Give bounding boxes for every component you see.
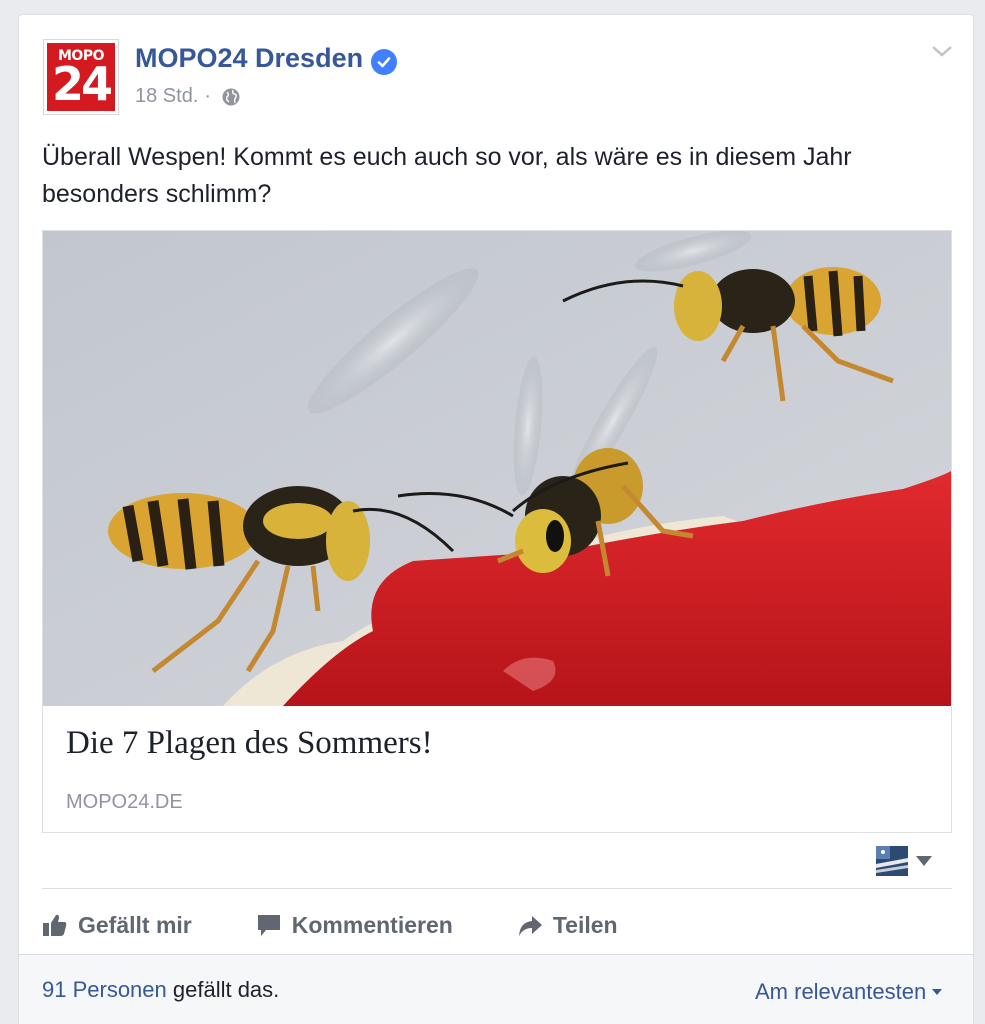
divider	[42, 888, 952, 889]
link-title[interactable]: Die 7 Plagen des Sommers!	[66, 725, 433, 762]
link-preview[interactable]: Die 7 Plagen des Sommers! MOPO24.DE	[42, 230, 952, 833]
post-message-line1: Überall Wespen! Kommt es euch auch so vo…	[42, 143, 852, 171]
comment-label: Kommentieren	[291, 911, 453, 938]
link-domain: MOPO24.DE	[66, 791, 183, 813]
thumbs-up-icon	[43, 914, 67, 936]
like-label: Gefällt mir	[78, 911, 192, 938]
likes-summary: 91 Personen gefällt das.	[42, 977, 279, 1003]
comment-sort-dropdown[interactable]: Am relevantesten	[755, 979, 943, 1005]
action-bar: Gefällt mir Kommentieren Teilen	[42, 900, 618, 950]
audience-selector[interactable]	[876, 846, 932, 876]
like-button[interactable]: Gefällt mir	[42, 912, 192, 939]
logo-number: 24	[51, 57, 113, 111]
sort-label: Am relevantesten	[755, 979, 927, 1004]
chevron-down-icon[interactable]	[929, 41, 955, 61]
share-arrow-icon	[518, 916, 542, 936]
link-preview-image[interactable]	[43, 231, 951, 706]
comment-icon	[257, 915, 280, 936]
audience-flag-icon	[876, 846, 908, 876]
caret-down-icon	[916, 856, 932, 866]
post-meta: 18 Std. ·	[135, 85, 241, 108]
post-message: Überall Wespen! Kommt es euch auch so vo…	[42, 139, 942, 213]
page-avatar[interactable]: MOPO 24	[43, 39, 119, 115]
reactions-footer: 91 Personen gefällt das. Am relevanteste…	[19, 954, 973, 1024]
share-button[interactable]: Teilen	[517, 912, 618, 939]
comment-button[interactable]: Kommentieren	[256, 912, 453, 939]
share-label: Teilen	[552, 911, 618, 938]
globe-icon[interactable]	[221, 87, 241, 107]
likes-count-link[interactable]: 91 Personen	[42, 977, 167, 1002]
post-card: MOPO 24 MOPO24 Dresden 18 Std. · Überall…	[18, 14, 974, 1024]
post-message-line2: besonders schlimm?	[42, 180, 272, 208]
post-timestamp[interactable]: 18 Std.	[135, 85, 198, 108]
verified-badge-icon	[371, 49, 397, 75]
page-name-link[interactable]: MOPO24 Dresden	[135, 43, 363, 74]
likes-suffix: gefällt das.	[166, 977, 280, 1002]
caret-down-icon	[932, 989, 943, 995]
meta-separator: ·	[204, 85, 212, 107]
page-logo: MOPO 24	[47, 43, 115, 111]
